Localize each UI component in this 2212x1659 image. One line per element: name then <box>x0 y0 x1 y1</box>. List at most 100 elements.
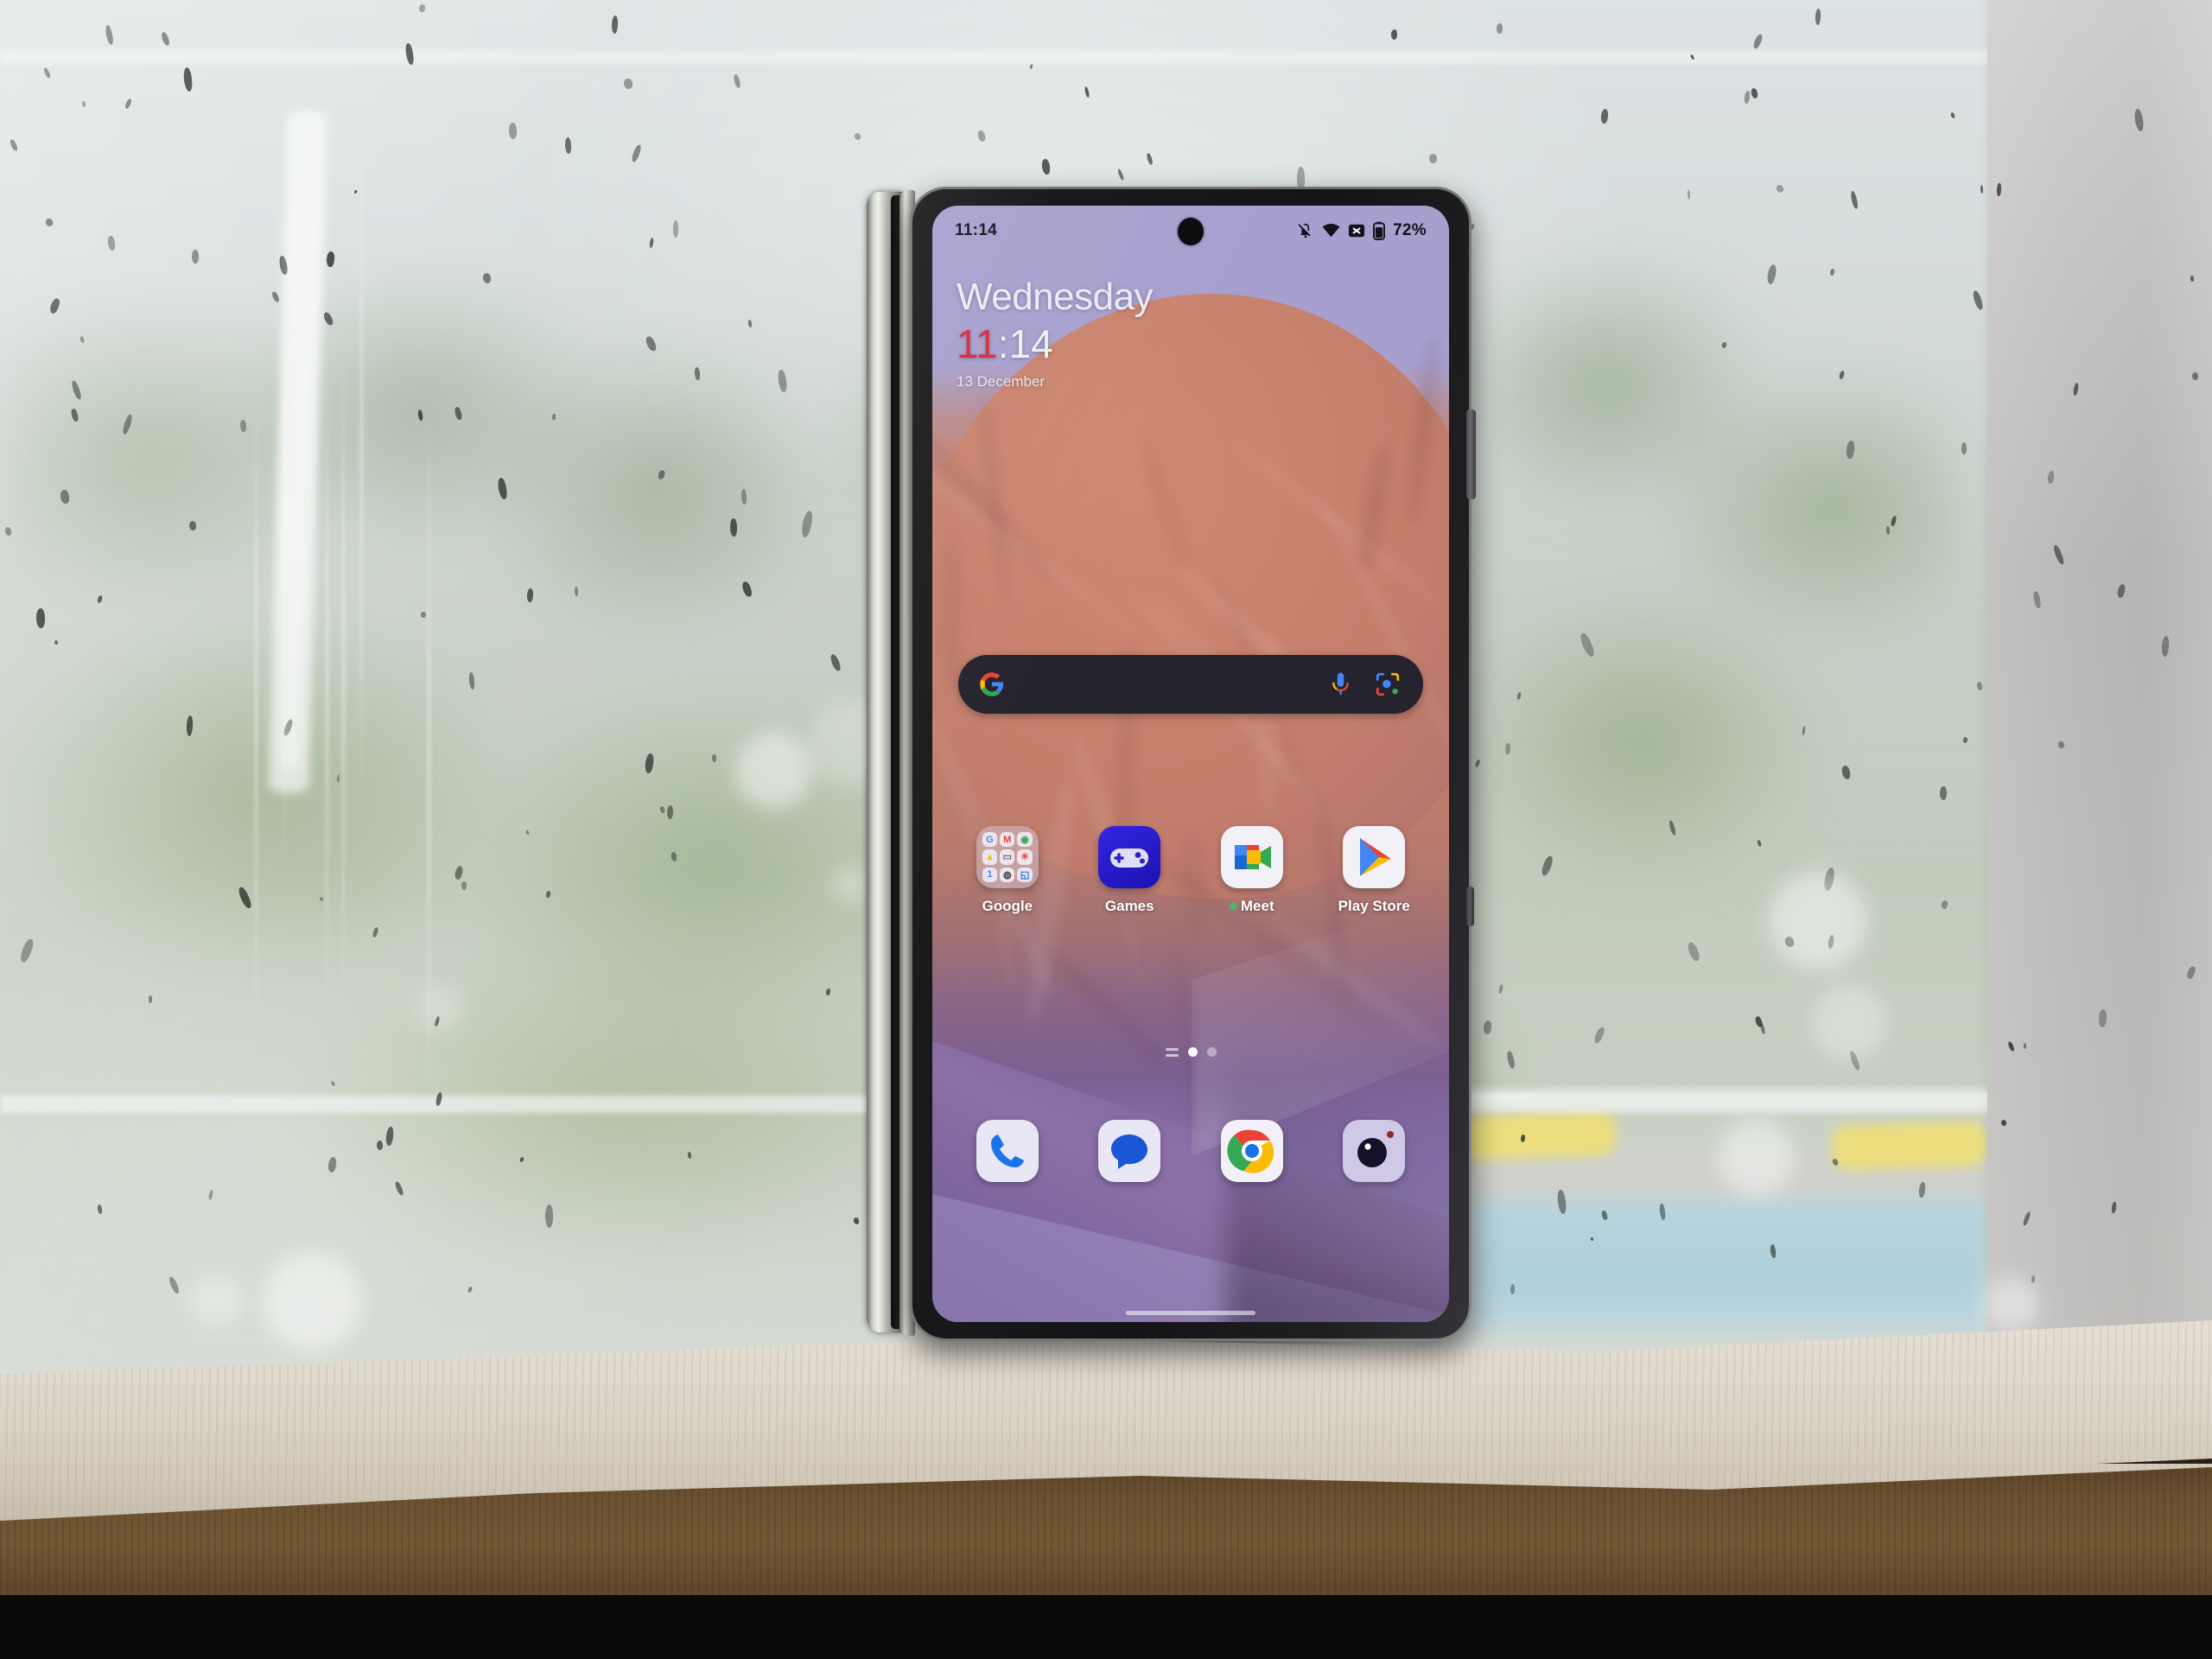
folder-item: 1 <box>982 867 998 882</box>
chrome-icon[interactable] <box>1220 1120 1283 1182</box>
glass-speck <box>239 419 246 433</box>
folder-item: ▲ <box>982 849 998 865</box>
glass-speck <box>564 137 572 155</box>
swimming-pool <box>1469 1201 1987 1331</box>
page-dot-active[interactable] <box>1187 1047 1198 1057</box>
clock-hours: 11 <box>957 321 998 366</box>
meet-glyph-icon <box>1234 845 1271 869</box>
page-indicator[interactable] <box>932 1047 1449 1057</box>
foldable-phone[interactable]: 11:14 72% Wednesday 11:14 13 December G … <box>867 187 1476 1344</box>
bokeh-highlight <box>1811 983 1888 1060</box>
camera-icon[interactable] <box>1343 1120 1406 1182</box>
dock-item-messages[interactable] <box>1069 1120 1192 1182</box>
page-dot[interactable] <box>1206 1047 1217 1057</box>
dock-item-phone[interactable] <box>946 1120 1069 1182</box>
power-button[interactable] <box>1466 410 1476 499</box>
glass-streak <box>325 322 328 1047</box>
glass-speck <box>741 488 747 505</box>
play-store-icon[interactable] <box>1343 826 1406 888</box>
app-list-glyph-icon[interactable] <box>1165 1047 1179 1057</box>
gamepad-icon <box>1110 849 1149 868</box>
glass-streak <box>360 71 364 834</box>
floor-shadow <box>0 1595 2212 1659</box>
phone-icon[interactable] <box>976 1120 1039 1182</box>
battery-icon <box>1373 221 1386 240</box>
glass-speck <box>191 249 199 264</box>
glass-speck <box>2192 372 2199 381</box>
bokeh-highlight <box>1984 1277 2039 1332</box>
bokeh-highlight <box>734 731 813 810</box>
app-grid: G M ◉ ▲ ▭ ✳ 1 ◍ ◱ Google Games Meet Play… <box>946 826 1435 915</box>
folder-item: G <box>982 832 998 848</box>
phone-screen[interactable]: 11:14 72% Wednesday 11:14 13 December G … <box>932 206 1449 1322</box>
glass-speck <box>148 995 152 1003</box>
clock-widget[interactable]: Wednesday 11:14 13 December <box>957 278 1154 391</box>
glass-speck <box>1939 785 1948 800</box>
glass-speck <box>2190 275 2194 283</box>
bokeh-highlight <box>192 1274 242 1325</box>
blurred-trees-right <box>1469 225 1953 1002</box>
app-item-meet[interactable]: Meet <box>1191 826 1313 915</box>
glass-streak <box>254 340 257 1080</box>
glass-speck <box>319 896 323 902</box>
app-item-games[interactable]: Games <box>1069 826 1192 915</box>
bokeh-highlight <box>414 982 465 1033</box>
folder-item: M <box>1000 832 1015 848</box>
glass-speck <box>35 608 45 628</box>
bokeh-highlight <box>264 1252 361 1350</box>
app-item-play-store[interactable]: Play Store <box>1313 826 1436 915</box>
meet-icon[interactable] <box>1220 826 1283 888</box>
glass-speck <box>2001 1120 2007 1127</box>
google-search-bar[interactable] <box>958 655 1423 714</box>
yellow-lounger <box>1459 1109 1617 1161</box>
dock-item-camera[interactable] <box>1313 1120 1436 1182</box>
dock-item-chrome[interactable] <box>1191 1120 1313 1182</box>
bokeh-highlight <box>830 866 868 903</box>
glass-speck <box>54 639 59 645</box>
bokeh-highlight <box>1769 871 1867 970</box>
folder-item: ◍ <box>1000 867 1015 882</box>
clock-date-label: 13 December <box>957 373 1046 391</box>
app-item-google-folder[interactable]: G M ◉ ▲ ▭ ✳ 1 ◍ ◱ Google <box>946 826 1069 915</box>
yellow-lounger <box>1831 1120 1988 1172</box>
chrome-glyph-icon <box>1227 1129 1274 1173</box>
glass-streak <box>283 104 287 897</box>
grey-wall <box>1987 0 2212 1348</box>
glass-streak <box>427 375 430 1137</box>
bokeh-highlight <box>1717 1119 1796 1197</box>
folder-item: ▭ <box>1000 849 1015 865</box>
google-folder-icon[interactable]: G M ◉ ▲ ▭ ✳ 1 ◍ ◱ <box>976 826 1039 888</box>
glass-speck <box>2057 741 2064 748</box>
wifi-icon <box>1322 223 1340 238</box>
app-label: Play Store <box>1338 898 1410 914</box>
glass-speck <box>1996 182 2001 197</box>
google-g-icon[interactable] <box>979 671 1005 697</box>
mute-icon <box>1298 223 1311 238</box>
messages-icon[interactable] <box>1098 1120 1161 1182</box>
glass-speck <box>508 122 517 139</box>
status-bar-time: 11:14 <box>955 221 998 239</box>
battery-percent-label: 72% <box>1393 221 1427 239</box>
glass-streak <box>341 306 345 1042</box>
navigation-pill[interactable] <box>1126 1311 1255 1315</box>
messages-glyph-icon <box>1111 1135 1148 1169</box>
google-lens-icon[interactable] <box>1375 671 1401 697</box>
glass-speck <box>2031 1275 2035 1284</box>
folder-item: ✳ <box>1017 849 1033 865</box>
app-label: Google <box>982 898 1033 914</box>
folder-item: ◱ <box>1017 867 1033 882</box>
games-icon[interactable] <box>1098 826 1161 888</box>
photo-scene: 11:14 72% Wednesday 11:14 13 December G … <box>0 0 2212 1659</box>
volume-button[interactable] <box>1466 887 1474 926</box>
play-store-glyph-icon <box>1360 838 1392 876</box>
app-label: Meet <box>1229 898 1274 915</box>
phone-glyph-icon <box>990 1135 1024 1167</box>
glass-speck <box>461 880 467 891</box>
clock-time: 11:14 <box>957 323 1153 365</box>
glass-speck <box>711 753 716 762</box>
microphone-icon[interactable] <box>1329 671 1352 698</box>
front-camera-punch-hole <box>1178 218 1204 245</box>
notification-dot <box>1229 903 1236 910</box>
glass-speck <box>623 78 632 89</box>
no-sim-icon <box>1348 224 1365 238</box>
